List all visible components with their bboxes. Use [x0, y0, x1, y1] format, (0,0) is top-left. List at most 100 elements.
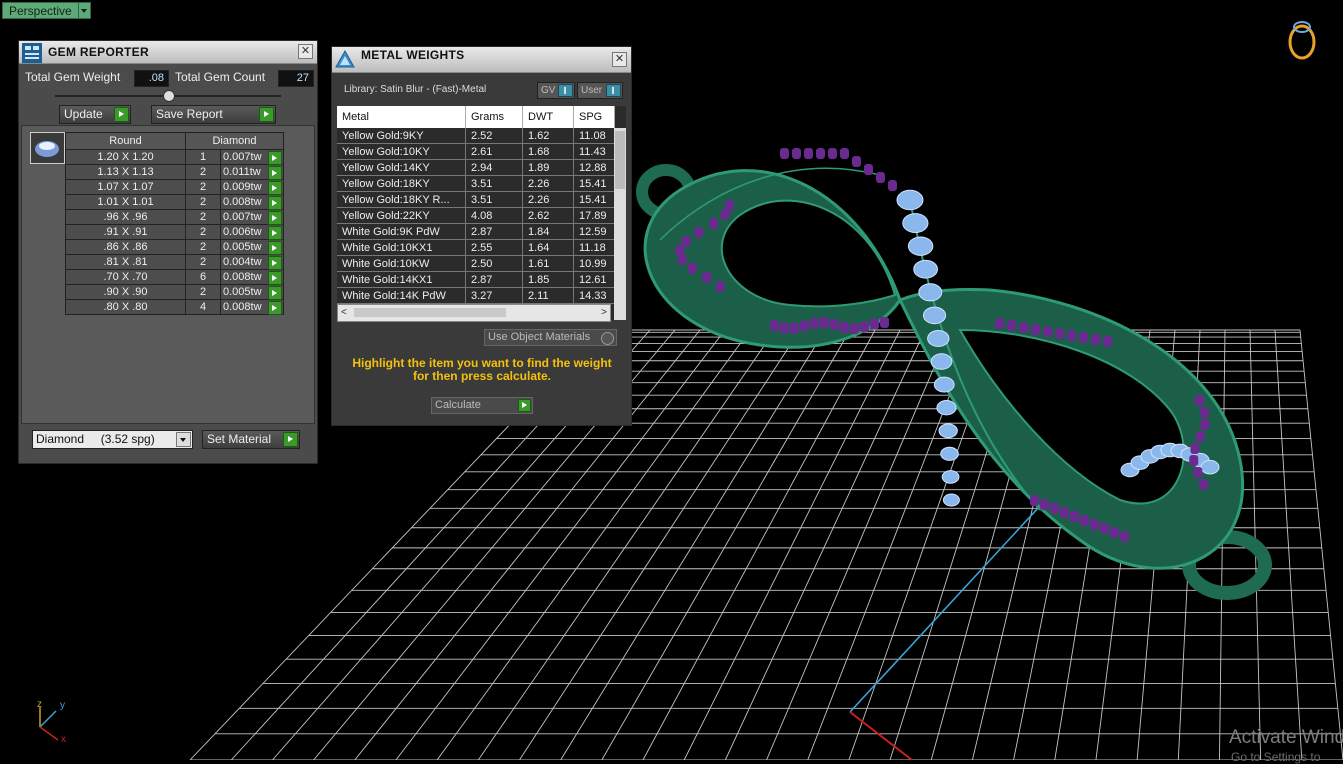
metal-table-container[interactable]: Metal Grams DWT SPG Yellow Gold:9KY 2.52 1… [337, 106, 626, 320]
update-button[interactable]: Update [59, 105, 131, 124]
metal-dwt: 2.26 [522, 191, 574, 208]
close-icon[interactable]: ✕ [298, 44, 313, 59]
play-icon[interactable] [268, 151, 282, 165]
column-header-metal[interactable]: Metal [337, 106, 466, 128]
gem-reporter-panel: GEM REPORTER ✕ Total Gem Weight .08 Tota… [18, 40, 318, 464]
metal-grams: 4.08 [465, 207, 523, 224]
metal-grams: 3.51 [465, 191, 523, 208]
gem-table-row[interactable]: .81 X .81 2 0.004tw [65, 254, 284, 270]
metal-table-row[interactable]: White Gold:14K PdW 3.27 2.11 14.33 [337, 287, 615, 304]
metal-table-row[interactable]: Yellow Gold:14KY 2.94 1.89 12.88 [337, 159, 615, 176]
round-gem-icon[interactable] [30, 132, 65, 164]
gem-table-row[interactable]: .90 X .90 2 0.005tw [65, 284, 284, 300]
metal-spg: 12.59 [573, 223, 615, 240]
total-weight-value: .08 [134, 70, 169, 87]
set-material-button[interactable]: Set Material [202, 430, 300, 449]
column-header-dwt[interactable]: DWT [522, 106, 574, 128]
ring-view-icon[interactable] [1288, 21, 1316, 60]
gem-table-row[interactable]: .80 X .80 4 0.008tw [65, 299, 284, 315]
gem-size: .70 X .70 [65, 269, 186, 285]
vertical-scrollbar[interactable] [614, 128, 626, 320]
metal-dwt: 1.61 [522, 255, 574, 272]
play-icon[interactable] [268, 226, 282, 240]
gem-weight-value: 0.008tw [223, 196, 262, 208]
gem-stone [922, 306, 947, 325]
gem-stone [933, 376, 955, 393]
metal-name: Yellow Gold:22KY [337, 207, 466, 224]
axis-label-x: x [61, 734, 66, 745]
metal-grams: 2.55 [465, 239, 523, 256]
gem-stone [902, 213, 929, 234]
grid-line [1274, 329, 1303, 760]
metal-table-row[interactable]: Yellow Gold:22KY 4.08 2.62 17.89 [337, 207, 615, 224]
play-icon[interactable] [268, 166, 282, 180]
metal-table-row[interactable]: Yellow Gold:10KY 2.61 1.68 11.43 [337, 143, 615, 160]
metal-dwt: 1.64 [522, 239, 574, 256]
scrollbar-thumb[interactable] [354, 308, 506, 317]
horizontal-scrollbar[interactable]: < > [337, 304, 611, 322]
gem-count: 2 [185, 254, 221, 270]
metal-table-row[interactable]: White Gold:10KX1 2.55 1.64 11.18 [337, 239, 615, 256]
metal-table-row[interactable]: Yellow Gold:18KY 3.51 2.26 15.41 [337, 175, 615, 192]
play-icon[interactable] [268, 211, 282, 225]
save-report-button[interactable]: Save Report [151, 105, 276, 124]
gem-table-row[interactable]: .86 X .86 2 0.005tw [65, 239, 284, 255]
prong [792, 148, 801, 159]
gem-table-row[interactable]: .91 X .91 2 0.006tw [65, 224, 284, 240]
gem-table-row[interactable]: 1.01 X 1.01 2 0.008tw [65, 194, 284, 210]
gem-weight-value: 0.007tw [223, 151, 262, 163]
metal-spg: 17.89 [573, 207, 615, 224]
column-header-grams[interactable]: Grams [465, 106, 523, 128]
prong [1189, 455, 1199, 466]
metal-grams: 3.27 [465, 287, 523, 304]
metal-weights-titlebar[interactable]: METAL WEIGHTS ✕ [332, 47, 631, 73]
chevron-down-icon[interactable] [176, 432, 191, 447]
play-icon[interactable] [268, 301, 282, 315]
play-icon [518, 399, 531, 412]
gem-table-row[interactable]: 1.13 X 1.13 2 0.011tw [65, 164, 284, 180]
gem-table-row[interactable]: .70 X .70 6 0.008tw [65, 269, 284, 285]
close-icon[interactable]: ✕ [612, 52, 627, 67]
prong [1120, 531, 1129, 542]
column-header-spg[interactable]: SPG [573, 106, 615, 128]
metal-table-row[interactable]: White Gold:9K PdW 2.87 1.84 12.59 [337, 223, 615, 240]
gem-table-row[interactable]: 1.07 X 1.07 2 0.009tw [65, 179, 284, 195]
metal-spg: 11.08 [573, 128, 615, 144]
calculate-button[interactable]: Calculate [431, 397, 533, 414]
slider-handle[interactable] [163, 90, 175, 102]
material-select[interactable]: Diamond (3.52 spg) [32, 430, 193, 449]
user-toggle[interactable]: User [577, 82, 623, 99]
chevron-down-icon[interactable] [78, 2, 91, 19]
view-mode-dropdown[interactable]: Perspective [2, 2, 91, 19]
play-icon[interactable] [268, 196, 282, 210]
play-icon[interactable] [268, 286, 282, 300]
metal-table-row[interactable]: White Gold:10KW 2.50 1.61 10.99 [337, 255, 615, 272]
play-icon[interactable] [268, 256, 282, 270]
prong [1050, 503, 1059, 514]
chevron-left-icon[interactable]: < [341, 307, 347, 318]
update-label: Update [64, 107, 103, 121]
metal-spg: 12.88 [573, 159, 615, 176]
metal-table-row[interactable]: Yellow Gold:9KY 2.52 1.62 11.08 [337, 128, 615, 144]
play-icon[interactable] [268, 271, 282, 285]
gem-stone [1200, 459, 1220, 475]
prong [720, 209, 730, 220]
use-object-materials-toggle[interactable]: Use Object Materials [484, 329, 617, 346]
prong [715, 281, 725, 292]
scrollbar-thumb[interactable] [615, 131, 625, 189]
gem-table-row[interactable]: .96 X .96 2 0.007tw [65, 209, 284, 225]
metal-table-row[interactable]: White Gold:14KX1 2.87 1.85 12.61 [337, 271, 615, 288]
metal-name: Yellow Gold:14KY [337, 159, 466, 176]
gv-toggle[interactable]: GV [537, 82, 575, 99]
gem-reporter-titlebar[interactable]: GEM REPORTER ✕ [19, 41, 317, 64]
gem-size: .96 X .96 [65, 209, 186, 225]
gem-weight-value: 0.005tw [223, 241, 262, 253]
metal-table-row[interactable]: Yellow Gold:18KY R... 3.51 2.26 15.41 [337, 191, 615, 208]
play-icon[interactable] [268, 241, 282, 255]
prong [1200, 407, 1210, 418]
chevron-right-icon[interactable]: > [601, 307, 607, 318]
gem-table-row[interactable]: 1.20 X 1.20 1 0.007tw [65, 149, 284, 165]
column-header-material: Diamond [185, 132, 284, 150]
infinity-pendant-model[interactable] [636, 148, 1272, 600]
play-icon[interactable] [268, 181, 282, 195]
